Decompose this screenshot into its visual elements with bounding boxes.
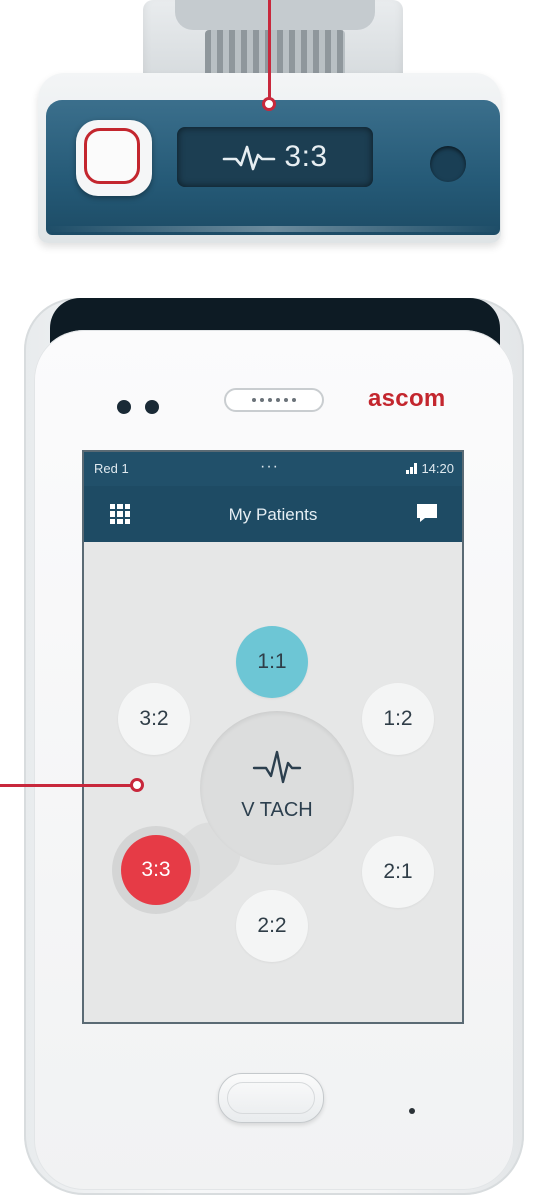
brand-logo: ascom bbox=[368, 385, 446, 412]
wearable-alarm-button[interactable] bbox=[76, 120, 152, 196]
proximity-sensor bbox=[145, 400, 159, 414]
callout-dot-left bbox=[130, 778, 144, 792]
home-button[interactable] bbox=[218, 1073, 324, 1123]
patient-label: 3:2 bbox=[139, 707, 169, 730]
callout-line-top bbox=[268, 0, 271, 101]
front-camera bbox=[117, 400, 131, 414]
wearable-glare bbox=[46, 226, 500, 232]
handset-screen: Red 1 ··· 14:20 My Patients V TACH 1:1 1… bbox=[82, 450, 464, 1024]
wearable-display-text: 3:3 bbox=[284, 140, 328, 173]
status-menu-dots[interactable]: ··· bbox=[260, 458, 279, 476]
alarm-button-ring bbox=[84, 128, 140, 184]
patient-label: 1:1 bbox=[257, 650, 287, 673]
microphone bbox=[409, 1108, 415, 1114]
patient-bubble-3-2[interactable]: 3:2 bbox=[118, 683, 190, 755]
chat-icon[interactable] bbox=[416, 503, 438, 523]
status-user: Red 1 bbox=[94, 461, 129, 476]
patient-label: 2:1 bbox=[383, 860, 413, 883]
status-right: 14:20 bbox=[406, 461, 454, 476]
heartbeat-icon bbox=[252, 750, 302, 784]
patient-bubble-2-1[interactable]: 2:1 bbox=[362, 836, 434, 908]
alarm-type-label: V TACH bbox=[241, 799, 313, 821]
heartbeat-icon bbox=[223, 145, 276, 171]
alarm-center[interactable] bbox=[200, 711, 354, 865]
page-title: My Patients bbox=[228, 505, 318, 524]
wearable-sensor bbox=[430, 146, 466, 182]
status-bar: Red 1 ··· 14:20 bbox=[84, 452, 462, 486]
wearable-display: 3:3 bbox=[177, 127, 373, 187]
patient-bubble-2-2[interactable]: 2:2 bbox=[236, 890, 308, 962]
callout-line-left bbox=[0, 784, 132, 787]
patient-bubble-3-3[interactable]: 3:3 bbox=[121, 835, 191, 905]
patient-label: 3:3 bbox=[141, 858, 171, 881]
signal-icon bbox=[406, 463, 418, 474]
patient-label: 2:2 bbox=[257, 914, 287, 937]
status-time: 14:20 bbox=[421, 461, 454, 476]
earpiece-speaker bbox=[224, 388, 324, 412]
patient-bubble-1-1[interactable]: 1:1 bbox=[236, 626, 308, 698]
patient-label: 1:2 bbox=[383, 707, 413, 730]
device-clip-top bbox=[175, 0, 375, 30]
callout-dot-top bbox=[262, 97, 276, 111]
patient-bubble-1-2[interactable]: 1:2 bbox=[362, 683, 434, 755]
app-bar: My Patients bbox=[84, 486, 462, 542]
